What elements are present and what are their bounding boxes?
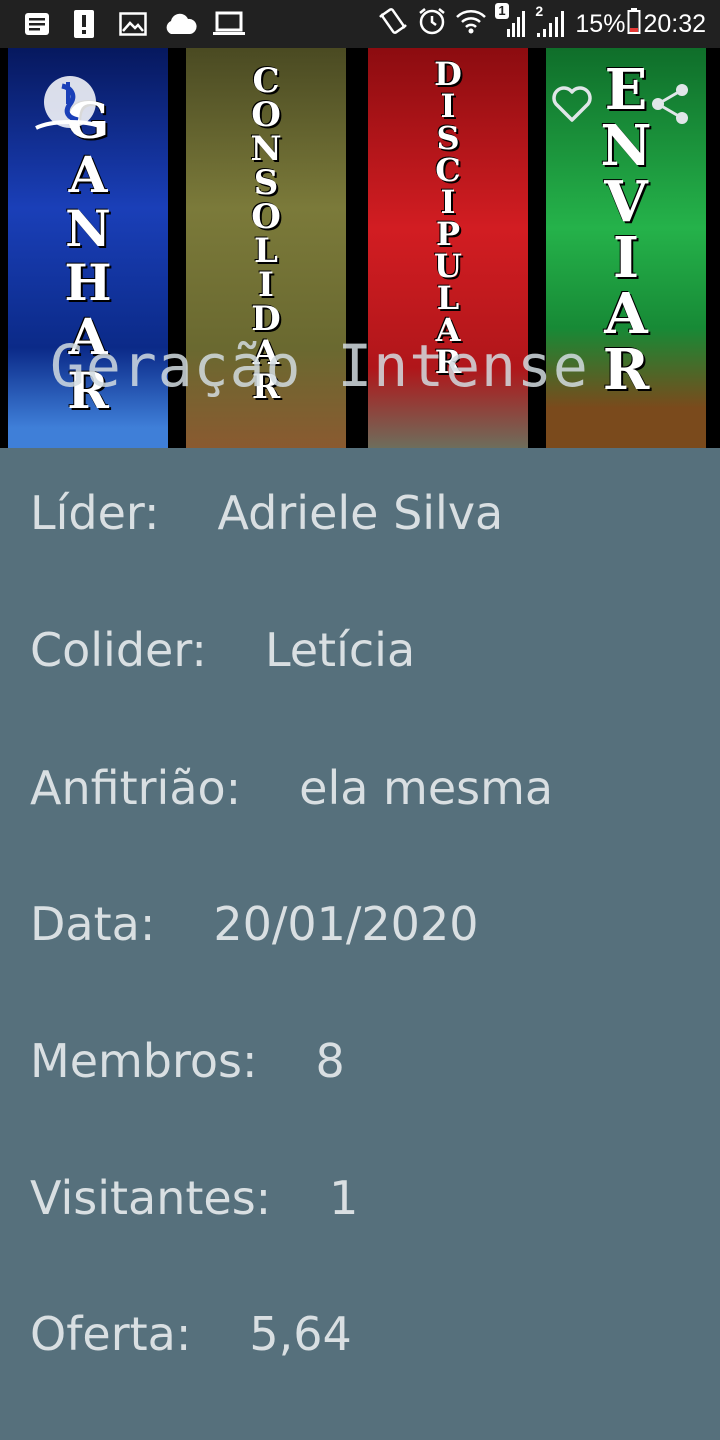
detail-row-anfitriao: Anfitrião: ela mesma: [30, 758, 553, 818]
gallery-notification-icon: [118, 8, 148, 40]
battery-percent: 15%: [575, 9, 626, 38]
detail-row-colider: Colider: Letícia: [30, 620, 415, 680]
status-bar: 1 2 15% 20:32: [0, 0, 720, 48]
cloud-notification-icon: [162, 8, 198, 40]
colider-value: Letícia: [264, 623, 416, 677]
news-notification-icon: [22, 8, 52, 40]
anfitriao-label: Anfitrião:: [30, 761, 242, 815]
church-logo-icon: [35, 76, 105, 130]
detail-row-data: Data: 20/01/2020: [30, 894, 478, 954]
visitantes-label: Visitantes:: [30, 1171, 272, 1225]
laptop-notification-icon: [212, 8, 246, 40]
lider-value: Adriele Silva: [217, 486, 504, 540]
alert-notification-icon: [72, 8, 96, 40]
status-indicators: 1 2 15% 20:32: [377, 0, 706, 48]
group-title: Geração Intense: [50, 332, 589, 400]
colider-label: Colider:: [30, 623, 207, 677]
lider-label: Líder:: [30, 486, 160, 540]
membros-value: 8: [315, 1034, 345, 1088]
signal-sim1-icon: 1: [495, 3, 527, 39]
membros-label: Membros:: [30, 1034, 258, 1088]
battery-icon: [627, 7, 641, 42]
sim2-badge: 2: [535, 3, 544, 19]
wifi-icon: [455, 7, 487, 42]
share-icon[interactable]: [646, 80, 694, 128]
detail-row-membros: Membros: 8: [30, 1031, 345, 1091]
oferta-value: 5,64: [249, 1307, 352, 1361]
clock-time: 20:32: [643, 9, 706, 38]
data-value: 20/01/2020: [213, 897, 479, 951]
detail-row-oferta: Oferta: 5,64: [30, 1304, 352, 1364]
header-image: GANHAR CONSOLIDAR DISCIPULAR ENVIAR Gera…: [0, 48, 720, 448]
visitantes-value: 1: [329, 1171, 359, 1225]
anfitriao-value: ela mesma: [299, 761, 554, 815]
banner-discipular-text: DISCIPULAR: [434, 55, 462, 381]
vibrate-icon: [377, 5, 409, 44]
detail-row-visitantes: Visitantes: 1: [30, 1168, 358, 1228]
data-label: Data:: [30, 897, 156, 951]
sim1-badge: 1: [495, 3, 509, 19]
detail-row-lider: Líder: Adriele Silva: [30, 483, 503, 543]
signal-sim2-icon: 2: [535, 3, 567, 39]
oferta-label: Oferta:: [30, 1307, 192, 1361]
favorite-heart-icon[interactable]: [550, 84, 594, 124]
alarm-icon: [417, 6, 447, 43]
